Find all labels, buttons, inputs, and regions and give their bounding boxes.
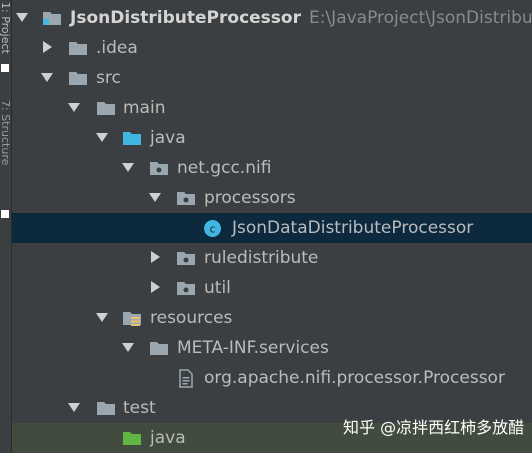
project-tab[interactable]: 1: Project [0,2,11,54]
tree-row-resources[interactable]: resources [12,303,532,333]
folder-icon [68,40,88,56]
tree-row-ruledistribute[interactable]: ruledistribute [12,243,532,273]
root-path: E:\JavaProject\JsonDistribut [308,8,532,28]
tree-row-idea[interactable]: .idea [12,33,532,63]
watermark-text: 知乎 @凉拌西红柿多放醋 [343,418,525,437]
expand-arrow-icon[interactable] [16,13,28,22]
tool-window-strip: 1: Project 7: Structure [0,0,12,453]
expand-arrow-icon[interactable] [149,193,161,202]
resources-label: resources [150,308,233,328]
tree-row-package[interactable]: net.gcc.nifi [12,153,532,183]
resources-folder-icon [122,310,142,326]
tree-row-util[interactable]: util [12,273,532,303]
tree-row-root[interactable]: JsonDistributeProcessor E:\JavaProject\Js… [12,3,532,33]
source-root-folder-icon [122,130,142,146]
project-tool-window: 1: Project 7: Structure JsonDistributePr… [0,0,532,453]
package-icon [176,280,196,296]
structure-tab-marker [1,210,9,218]
collapse-arrow-icon[interactable] [151,281,160,293]
project-tab-marker [1,64,9,72]
folder-icon [96,100,116,116]
test-label: test [123,398,156,418]
tree-row-main[interactable]: main [12,93,532,123]
main-java-label: java [150,128,186,148]
package-icon [149,160,169,176]
tree-row-main-java[interactable]: java [12,123,532,153]
text-file-icon [178,369,194,388]
package-icon [176,250,196,266]
folder-icon [68,70,88,86]
folder-icon [96,400,116,416]
idea-label: .idea [96,37,138,59]
ruledistribute-label: ruledistribute [204,248,319,268]
class-icon-letter: c [209,223,215,236]
expand-arrow-icon[interactable] [41,73,53,82]
expand-arrow-icon[interactable] [122,163,134,172]
collapse-arrow-icon[interactable] [151,251,160,263]
tree-row-src[interactable]: src [12,63,532,93]
processor-class-label: JsonDataDistributeProcessor [232,218,474,238]
meta-inf-label: META-INF.services [177,338,329,358]
tree-row-meta-inf[interactable]: META-INF.services [12,333,532,363]
tree-row-processors[interactable]: processors [12,183,532,213]
processors-label: processors [204,188,296,208]
structure-tab[interactable]: 7: Structure [0,100,11,165]
main-label: main [123,98,166,118]
expand-arrow-icon[interactable] [122,343,134,352]
package-icon [176,190,196,206]
idea-name: idea [101,38,138,58]
module-folder-icon [42,10,62,26]
java-class-icon: c [203,219,222,238]
service-file-label: org.apache.nifi.processor.Processor [204,368,505,388]
util-label: util [204,278,231,298]
package-label: net.gcc.nifi [177,158,272,178]
expand-arrow-icon[interactable] [68,403,80,412]
root-name: JsonDistributeProcessor [70,8,301,28]
folder-icon [149,340,169,356]
expand-arrow-icon[interactable] [96,313,108,322]
tree-row-processor-class[interactable]: c JsonDataDistributeProcessor [12,213,532,243]
src-label: src [96,68,121,88]
root-label: JsonDistributeProcessor E:\JavaProject\Js… [70,7,532,29]
test-root-folder-icon [122,430,142,446]
tree-row-service-file[interactable]: org.apache.nifi.processor.Processor [12,363,532,393]
expand-arrow-icon[interactable] [68,103,80,112]
test-java-label: java [150,428,186,448]
project-tree[interactable]: JsonDistributeProcessor E:\JavaProject\Js… [12,0,532,453]
collapse-arrow-icon[interactable] [43,41,52,53]
expand-arrow-icon[interactable] [96,133,108,142]
